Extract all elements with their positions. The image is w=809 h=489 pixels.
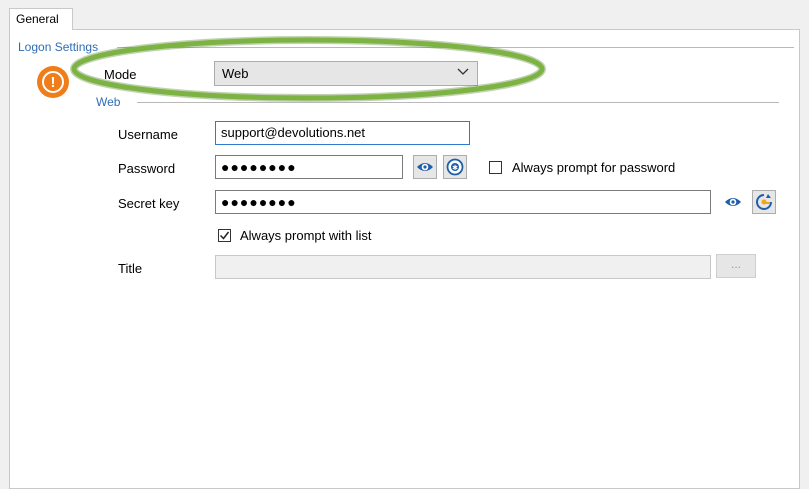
web-divider	[137, 102, 779, 103]
secret-key-generator-button[interactable]	[752, 190, 776, 214]
svg-text:✱: ✱	[452, 164, 458, 172]
password-generator-button[interactable]: ✱	[443, 155, 467, 179]
title-label: Title	[118, 261, 143, 276]
logon-settings-divider	[117, 47, 794, 48]
eye-icon	[417, 163, 433, 171]
warning-icon: !	[37, 66, 69, 98]
username-label: Username	[118, 127, 178, 142]
show-password-button[interactable]	[413, 155, 437, 179]
show-secret-key-button[interactable]	[721, 190, 745, 214]
password-generator-icon: ✱	[446, 158, 464, 176]
key-refresh-icon	[756, 194, 772, 210]
chevron-down-icon	[457, 68, 469, 75]
title-browse-label: ...	[730, 257, 741, 271]
eye-icon	[725, 198, 741, 206]
secret-key-input[interactable]: ●●●●●●●●	[215, 190, 711, 214]
username-value: support@devolutions.net	[221, 125, 366, 140]
always-prompt-password-label: Always prompt for password	[512, 160, 676, 175]
always-prompt-password-checkbox[interactable]	[489, 161, 502, 174]
checkmark-icon	[219, 231, 230, 240]
mode-select-value: Web	[222, 66, 249, 81]
logon-settings-title: Logon Settings	[18, 40, 102, 54]
tab-strip: General	[0, 0, 809, 30]
mode-label: Mode	[104, 67, 137, 82]
always-prompt-list-checkbox[interactable]	[218, 229, 231, 242]
secret-key-label: Secret key	[118, 196, 180, 211]
tab-general[interactable]: General	[9, 8, 73, 30]
password-input[interactable]: ●●●●●●●●	[215, 155, 403, 179]
password-label: Password	[118, 161, 176, 176]
mode-select[interactable]: Web	[214, 61, 478, 86]
always-prompt-list-label: Always prompt with list	[240, 228, 372, 243]
title-input[interactable]	[215, 255, 711, 279]
username-input[interactable]: support@devolutions.net	[215, 121, 470, 145]
title-browse-button[interactable]: ...	[716, 254, 756, 278]
secret-key-value: ●●●●●●●●	[221, 194, 297, 210]
web-group-title: Web	[96, 95, 124, 109]
tab-general-label: General	[16, 12, 59, 26]
password-value: ●●●●●●●●	[221, 159, 297, 175]
